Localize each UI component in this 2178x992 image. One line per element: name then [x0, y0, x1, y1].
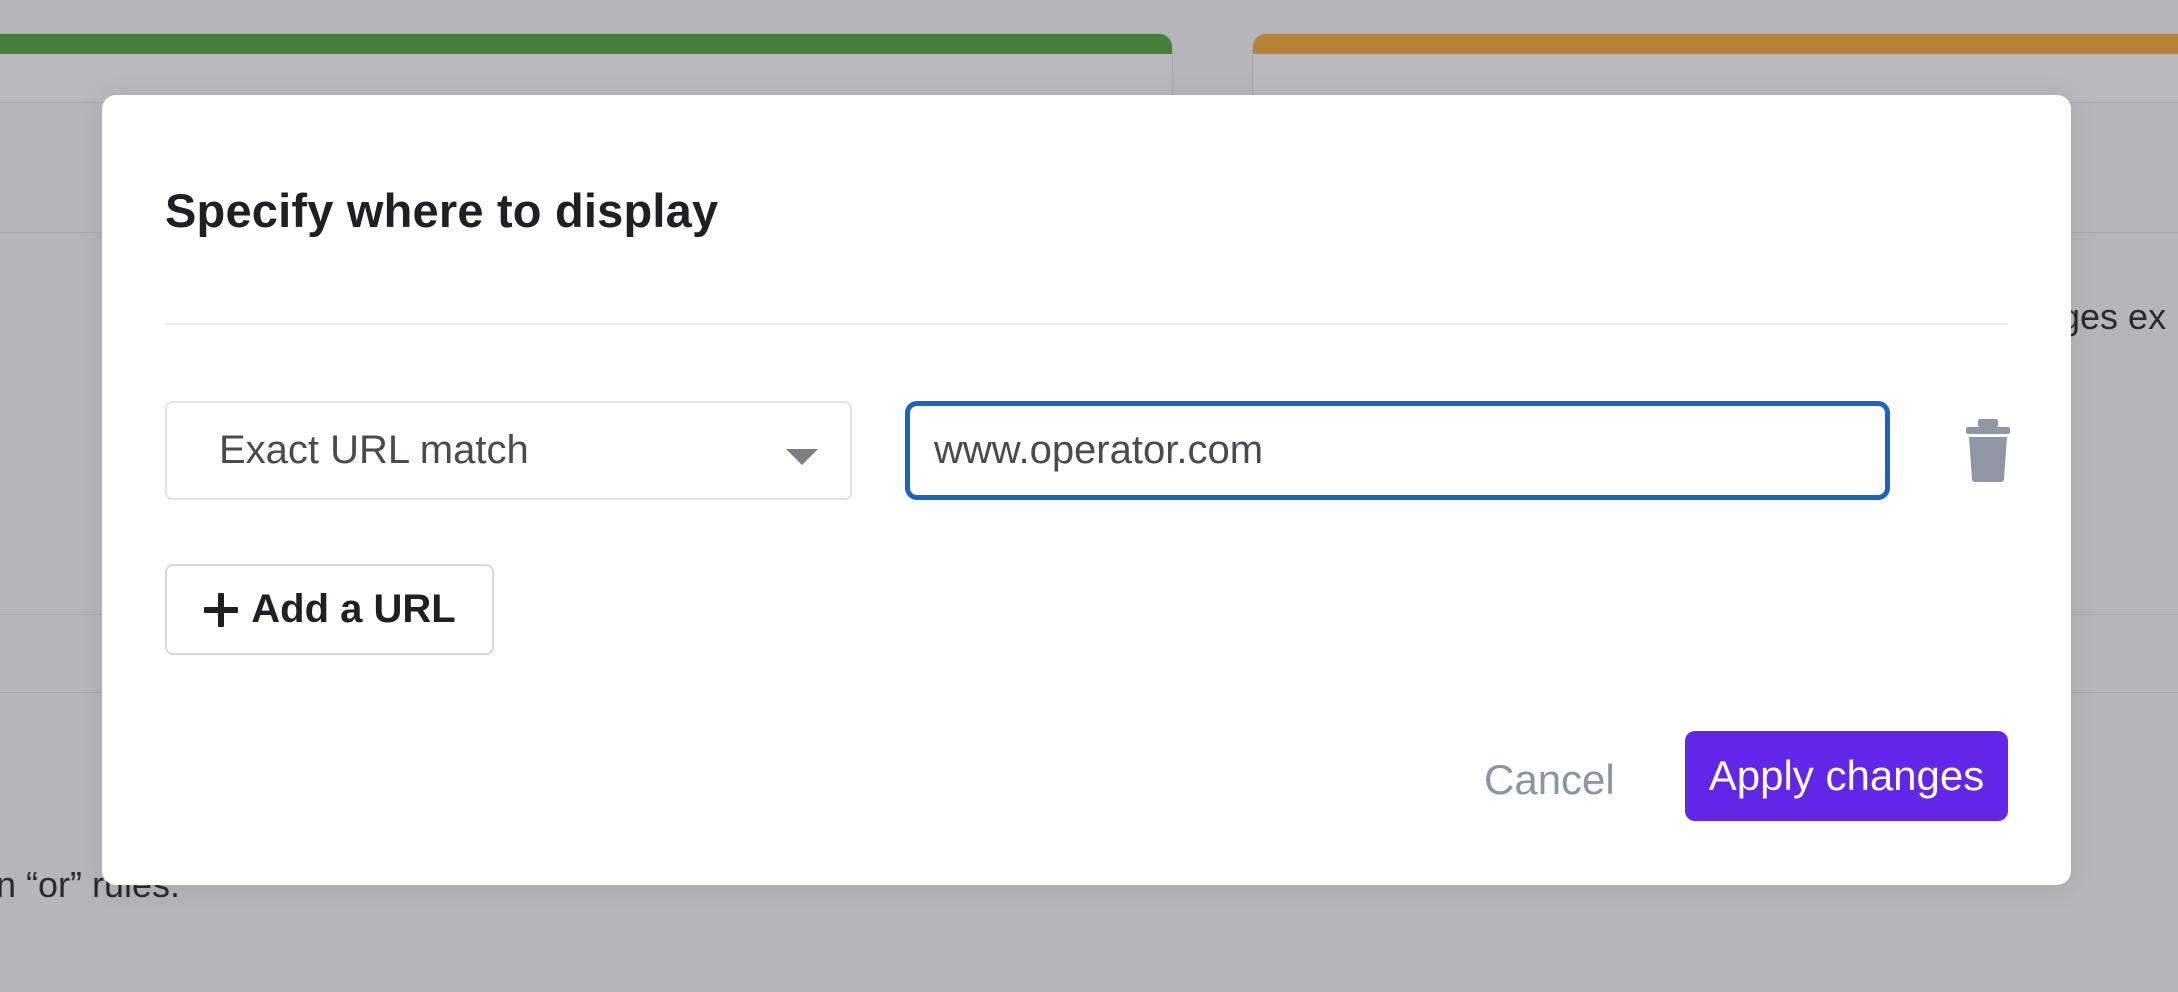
background-card-right: [1252, 33, 2178, 103]
add-url-button[interactable]: Add a URL: [165, 564, 494, 655]
cancel-button[interactable]: Cancel: [1470, 735, 1629, 825]
add-url-label: Add a URL: [251, 587, 456, 631]
background-card-left-accent-bar: [0, 34, 1172, 54]
modal-divider: [165, 323, 2008, 325]
apply-changes-button[interactable]: Apply changes: [1685, 731, 2008, 821]
trash-icon: [1966, 419, 2010, 482]
background-text-fragment: ges ex: [2060, 296, 2167, 337]
background-card-right-accent-bar: [1253, 34, 2178, 54]
delete-rule-button[interactable]: [1964, 417, 2012, 483]
background-card-left: [0, 33, 1173, 103]
url-match-type-value: Exact URL match: [219, 428, 529, 472]
modal-title: Specify where to display: [165, 184, 719, 237]
url-input[interactable]: [905, 401, 1890, 500]
display-location-modal: Specify where to display Exact URL match…: [102, 95, 2071, 885]
plus-icon: [204, 592, 239, 627]
url-match-type-select[interactable]: Exact URL match: [165, 401, 852, 500]
caret-down-icon: [786, 449, 818, 465]
